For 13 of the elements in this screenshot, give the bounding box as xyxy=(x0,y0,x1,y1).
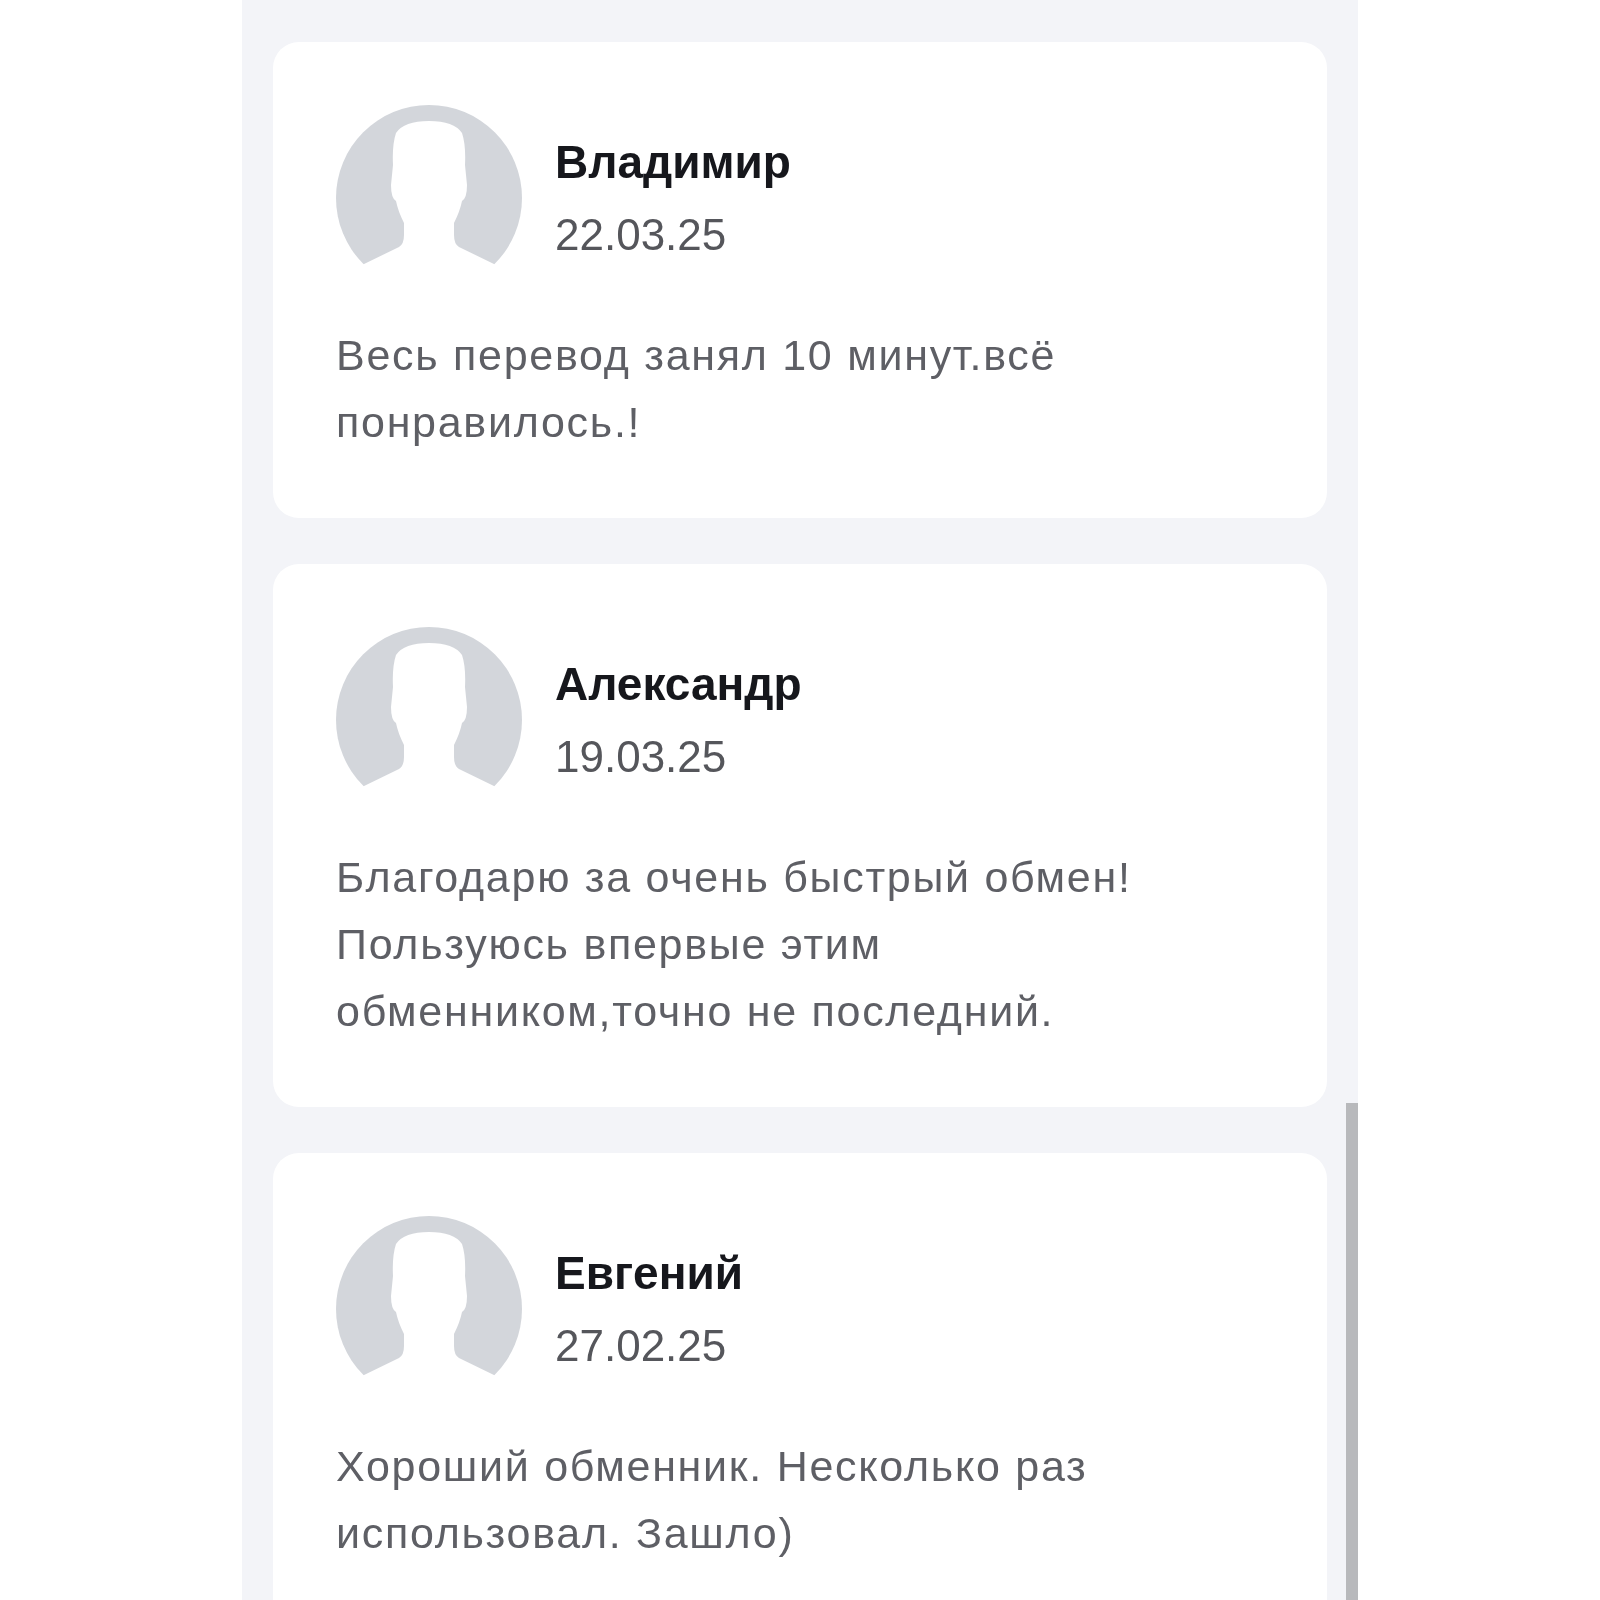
reviewer-name: Евгений xyxy=(555,1246,744,1301)
avatar-icon xyxy=(336,627,522,787)
reviewer-name: Владимир xyxy=(555,135,791,190)
reviewer-name: Александр xyxy=(555,657,802,712)
avatar-icon xyxy=(336,105,522,265)
review-date: 27.02.25 xyxy=(555,1320,728,1372)
scrollbar-thumb[interactable] xyxy=(1346,1103,1358,1600)
review-text: Весь перевод занял 10 минут.всё понравилось.! xyxy=(336,330,1058,448)
review-text: Благодарю за очень быстрый обмен! Пользуюсь впервые этим обменником,точно не последний. xyxy=(336,852,1133,1037)
review-text: Хороший обменник. Несколько раз использовал. Зашло) xyxy=(336,1441,1089,1559)
review-date: 19.03.25 xyxy=(555,731,728,783)
review-date: 22.03.25 xyxy=(555,209,728,261)
avatar-icon xyxy=(336,1216,522,1376)
